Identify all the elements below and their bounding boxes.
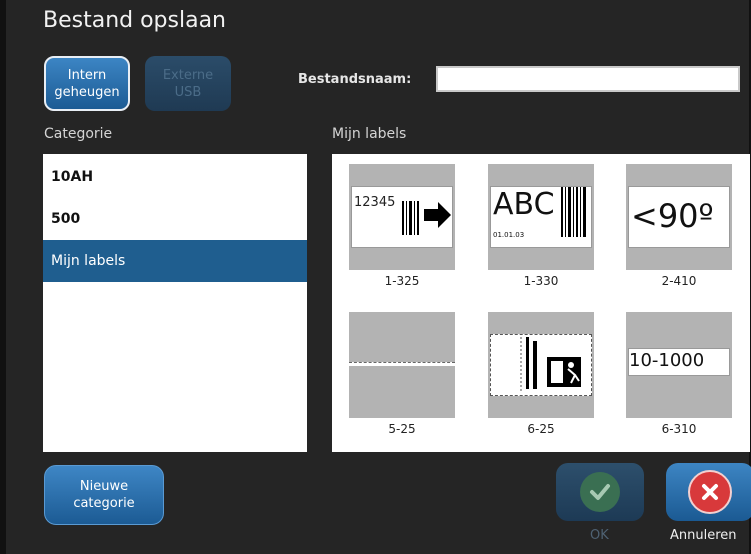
close-icon [688, 470, 732, 514]
dialog-frame: Bestand opslaan Intern geheugen Externe … [0, 0, 751, 554]
label-preview: 10-1000 [626, 312, 732, 418]
label-caption: 1-330 [523, 274, 559, 288]
label-preview-text: 10-1000 [629, 350, 705, 371]
label-preview: ABC 01.01.03 [488, 164, 594, 270]
category-heading: Categorie [44, 126, 113, 142]
cancel-button[interactable] [666, 463, 751, 521]
internal-memory-label-1: Intern [67, 67, 107, 83]
label-preview-text: <90º [631, 197, 714, 235]
label-thumb-5-25[interactable]: 5-25 [349, 312, 455, 436]
new-category-button[interactable]: Nieuwe categorie [44, 465, 164, 525]
dialog-title: Bestand opslaan [43, 8, 227, 33]
label-thumb-1-330[interactable]: ABC 01.01.03 1-330 [488, 164, 594, 288]
label-caption: 1-325 [384, 274, 420, 288]
label-caption: 5-25 [388, 422, 416, 436]
new-category-label-1: Nieuwe [79, 479, 129, 494]
category-item-mijn-labels[interactable]: Mijn labels [43, 240, 307, 282]
category-item-500[interactable]: 500 [43, 198, 307, 240]
category-list: 10AH 500 Mijn labels [43, 154, 307, 452]
labels-grid: 12345 1-325 ABC 01.01.03 1-330 <90º 2-41… [332, 154, 750, 452]
filename-input[interactable] [436, 66, 740, 92]
labels-heading: Mijn labels [332, 126, 407, 142]
external-usb-label-1: Externe [162, 67, 214, 83]
label-thumb-2-410[interactable]: <90º 2-410 [626, 164, 732, 288]
label-thumb-6-25[interactable]: 6-25 [488, 312, 594, 436]
external-usb-button[interactable]: Externe USB [145, 56, 231, 111]
label-thumb-6-310[interactable]: 10-1000 6-310 [626, 312, 732, 436]
checkmark-icon [580, 472, 620, 512]
internal-memory-label-2: geheugen [54, 84, 120, 100]
category-item-10ah[interactable]: 10AH [43, 156, 307, 198]
label-preview [349, 312, 455, 418]
label-caption: 6-310 [661, 422, 697, 436]
ok-label: OK [590, 528, 609, 543]
cancel-label: Annuleren [670, 528, 737, 543]
label-preview: <90º [626, 164, 732, 270]
external-usb-label-2: USB [174, 84, 202, 100]
new-category-label-2: categorie [73, 496, 135, 511]
label-thumb-1-325[interactable]: 12345 1-325 [349, 164, 455, 288]
barcode-arrow-icon [402, 201, 451, 235]
label-preview [488, 312, 594, 418]
ok-button[interactable] [556, 463, 644, 521]
label-caption: 2-410 [661, 274, 697, 288]
label-caption: 6-25 [527, 422, 555, 436]
internal-memory-button[interactable]: Intern geheugen [44, 56, 130, 111]
filename-label: Bestandsnaam: [298, 72, 412, 87]
exit-sign-icon [520, 337, 581, 393]
label-preview: 12345 [349, 164, 455, 270]
barcode-icon [561, 187, 586, 237]
